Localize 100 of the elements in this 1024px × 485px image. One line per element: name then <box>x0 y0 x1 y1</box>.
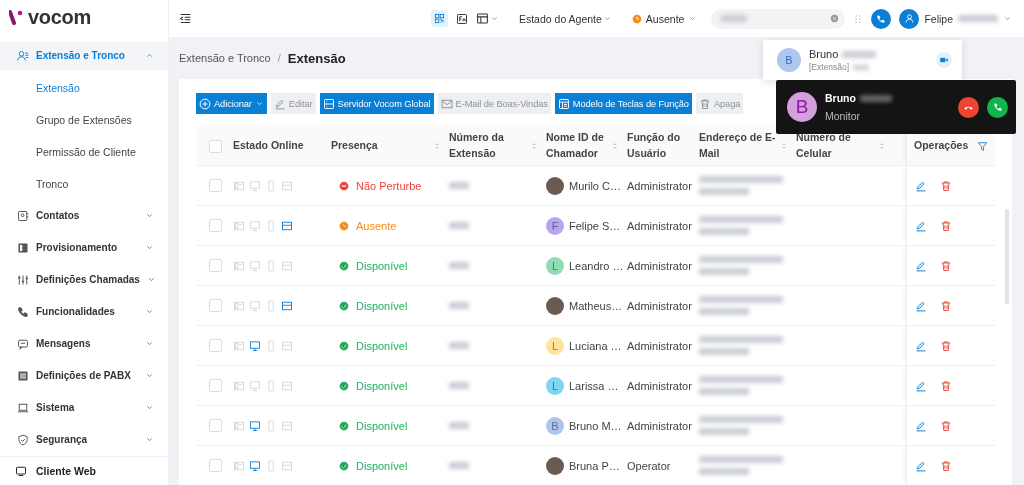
sidebar-item[interactable]: Extensão <box>0 71 168 104</box>
toolbar-button[interactable]: Servidor Vocom Global <box>319 93 434 114</box>
row-checkbox[interactable] <box>209 459 222 472</box>
breadcrumb-link[interactable]: Extensão e Tronco <box>179 52 271 64</box>
video-call-button[interactable] <box>936 52 952 68</box>
qr-code-icon <box>433 13 445 24</box>
sidebar-group[interactable]: Extensão e Tronco <box>0 41 168 70</box>
delete-icon <box>940 379 952 392</box>
sidebar-group[interactable]: Provisionamento <box>0 231 168 264</box>
agent-status-menu[interactable]: Estado do Agente <box>518 12 612 25</box>
user-menu[interactable]: Felipe <box>899 8 1012 29</box>
delete-icon <box>940 219 952 232</box>
pencil-icon <box>273 97 286 110</box>
phone-icon <box>17 305 29 318</box>
sidebar-group[interactable]: Mensagens <box>0 327 168 360</box>
edit-icon <box>915 219 927 232</box>
blurred-text <box>449 422 469 429</box>
logo-text: vocom <box>28 5 91 29</box>
edit-icon <box>915 259 927 272</box>
toolbar-button[interactable]: Modelo de Teclas de Função <box>554 93 692 114</box>
blurred-text <box>449 262 469 269</box>
accept-call-button[interactable] <box>987 96 1008 118</box>
caret-down-icon <box>602 14 612 23</box>
sidebar-group[interactable]: Funcionalidades <box>0 295 168 328</box>
user-role: Administrator <box>627 299 692 312</box>
caller-name: Murilo C… <box>569 179 621 192</box>
delete-icon <box>940 259 952 272</box>
chat-icon <box>17 337 29 350</box>
blurred-text <box>449 342 469 349</box>
avatar: F <box>546 216 564 235</box>
sidebar-group[interactable]: Segurança <box>0 423 168 456</box>
presence-menu[interactable]: Ausente <box>631 12 698 25</box>
page-title: Extensão <box>287 50 346 66</box>
search-result-card[interactable]: B Bruno [Extensão] <box>763 40 962 80</box>
sidebar-group[interactable]: Sistema <box>0 391 168 424</box>
select-all-checkbox[interactable] <box>209 139 222 153</box>
phone-icon <box>876 13 887 24</box>
sidebar-group[interactable]: Definições Chamadas <box>0 263 168 296</box>
photo-placeholder <box>546 296 564 315</box>
sidebar-group[interactable]: Definições de PABX <box>0 359 168 392</box>
column-header[interactable]: Endereço de E-Mail <box>699 127 796 165</box>
presence-status: Não Perturbe <box>356 179 422 192</box>
caret-down-icon <box>1003 14 1012 23</box>
caller-name: Luciana … <box>569 339 622 352</box>
breadcrumb-separator: / <box>277 52 281 64</box>
qr-code-button[interactable] <box>430 10 448 27</box>
presence-status: Disponível <box>356 339 408 352</box>
delete-icon <box>940 459 952 472</box>
layout-menu-button[interactable] <box>475 12 499 25</box>
sidebar-item[interactable]: Tronco <box>0 167 168 200</box>
reject-call-button[interactable] <box>958 96 979 118</box>
search-field[interactable] <box>711 8 846 29</box>
row-checkbox[interactable] <box>209 419 222 432</box>
column-header[interactable]: Nome ID de Chamador <box>546 127 627 165</box>
user-role: Administrator <box>627 339 692 352</box>
edit-icon <box>915 459 927 472</box>
blurred-text <box>449 382 469 389</box>
column-header[interactable]: Presença <box>331 127 449 165</box>
collapse-menu-icon <box>179 12 192 25</box>
user-role: Administrator <box>627 259 692 272</box>
delete-icon <box>940 419 952 432</box>
row-checkbox[interactable] <box>209 219 222 232</box>
presence-status: Disponível <box>356 459 408 472</box>
toolbar-button[interactable]: Adicionar <box>196 93 267 114</box>
row-checkbox[interactable] <box>209 259 222 272</box>
avatar: L <box>546 336 564 355</box>
row-checkbox[interactable] <box>209 379 222 392</box>
column-header[interactable]: Estado Online <box>233 127 331 165</box>
list-icon <box>17 369 29 382</box>
sidebar-group[interactable]: Contatos <box>0 199 168 232</box>
blurred-text <box>449 462 469 469</box>
users-icon <box>17 49 29 62</box>
function-key-icon <box>455 12 468 25</box>
row-checkbox[interactable] <box>209 299 222 312</box>
sort-icon <box>433 141 441 151</box>
avatar: B <box>787 92 817 122</box>
blurred-text <box>958 15 998 22</box>
logo-mark-icon <box>9 9 25 26</box>
column-header[interactable]: Número de Celular <box>796 127 894 165</box>
edit-icon <box>915 379 927 392</box>
blurred-text <box>449 222 469 229</box>
row-checkbox[interactable] <box>209 179 222 192</box>
blurred-text <box>721 15 748 22</box>
row-checkbox[interactable] <box>209 339 222 352</box>
call-button[interactable] <box>871 8 892 29</box>
caller-role: Monitor <box>825 110 861 122</box>
avatar: B <box>777 48 801 72</box>
avatar: L <box>546 256 564 275</box>
sidebar-item[interactable]: Permissão de Cliente <box>0 135 168 168</box>
delete-icon <box>940 179 952 192</box>
delete-icon <box>940 339 952 352</box>
blurred-text <box>449 182 469 189</box>
avatar: L <box>546 376 564 395</box>
caller-name: Larissa … <box>569 379 619 392</box>
web-client-link[interactable]: Cliente Web <box>0 455 168 485</box>
video-camera-icon <box>939 55 949 65</box>
sidebar-item[interactable]: Grupo de Extensões <box>0 103 168 136</box>
edit-icon <box>915 419 927 432</box>
column-header[interactable]: Número da Extensão <box>449 127 546 165</box>
column-header[interactable]: Função do Usuário <box>627 127 699 165</box>
